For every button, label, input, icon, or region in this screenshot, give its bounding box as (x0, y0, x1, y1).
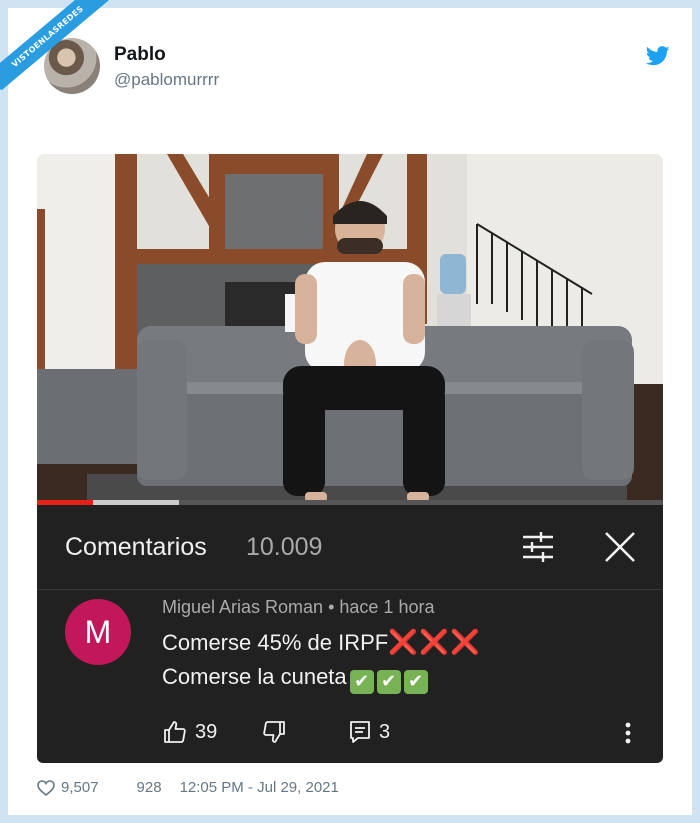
comment-time: • hace 1 hora (328, 597, 435, 617)
comment-author[interactable]: Miguel Arias Roman (162, 597, 323, 617)
comment-line1-text: Comerse 45% de IRPF (162, 630, 389, 655)
comment-text-line1: Comerse 45% de IRPF❌❌❌ (162, 628, 481, 657)
comment-like-count: 39 (195, 720, 218, 743)
sort-filter-icon[interactable] (521, 531, 555, 563)
commenter-avatar[interactable]: M (65, 599, 131, 665)
comments-panel: Comentarios 10.009 M Miguel Arias Roman … (37, 505, 663, 763)
heart-icon[interactable] (37, 779, 55, 796)
tweet-footer: 9,507 928 12:05 PM - Jul 29, 2021 (37, 779, 339, 796)
check-mark-icon: ✔ (349, 670, 374, 694)
check-mark-icon: ✔ (403, 670, 428, 694)
comment-text-line2: Comerse la cuneta ✔ ✔ ✔ (162, 664, 428, 694)
retweet-count: 928 (136, 779, 162, 796)
comment-meta: Miguel Arias Roman • hace 1 hora (162, 597, 434, 618)
comment-reply-count: 3 (379, 720, 391, 743)
cross-mark-icons: ❌❌❌ (388, 629, 481, 656)
comment-like-button[interactable]: 39 (163, 719, 217, 745)
check-mark-icon: ✔ (376, 670, 401, 694)
comment-reply-button[interactable]: 3 (349, 719, 390, 745)
twitter-bird-icon[interactable] (646, 46, 670, 66)
comments-title: Comentarios (65, 533, 207, 561)
author-handle[interactable]: @pablomurrrr (114, 70, 219, 90)
reply-icon (350, 721, 370, 743)
thumbs-down-icon (263, 721, 285, 743)
author-name[interactable]: Pablo (114, 44, 166, 66)
thumbs-up-icon (164, 721, 186, 743)
like-count: 9,507 (61, 779, 99, 796)
video-scene-image (37, 154, 663, 504)
comment-dislike-button[interactable] (262, 719, 286, 745)
video-frame[interactable] (37, 154, 663, 504)
panel-divider (37, 589, 663, 590)
comment-line2-text: Comerse la cuneta (162, 664, 347, 689)
tweet-timestamp[interactable]: 12:05 PM - Jul 29, 2021 (180, 779, 339, 796)
close-icon[interactable] (603, 530, 637, 564)
comments-count: 10.009 (246, 533, 323, 561)
more-options-icon[interactable] (624, 721, 632, 745)
